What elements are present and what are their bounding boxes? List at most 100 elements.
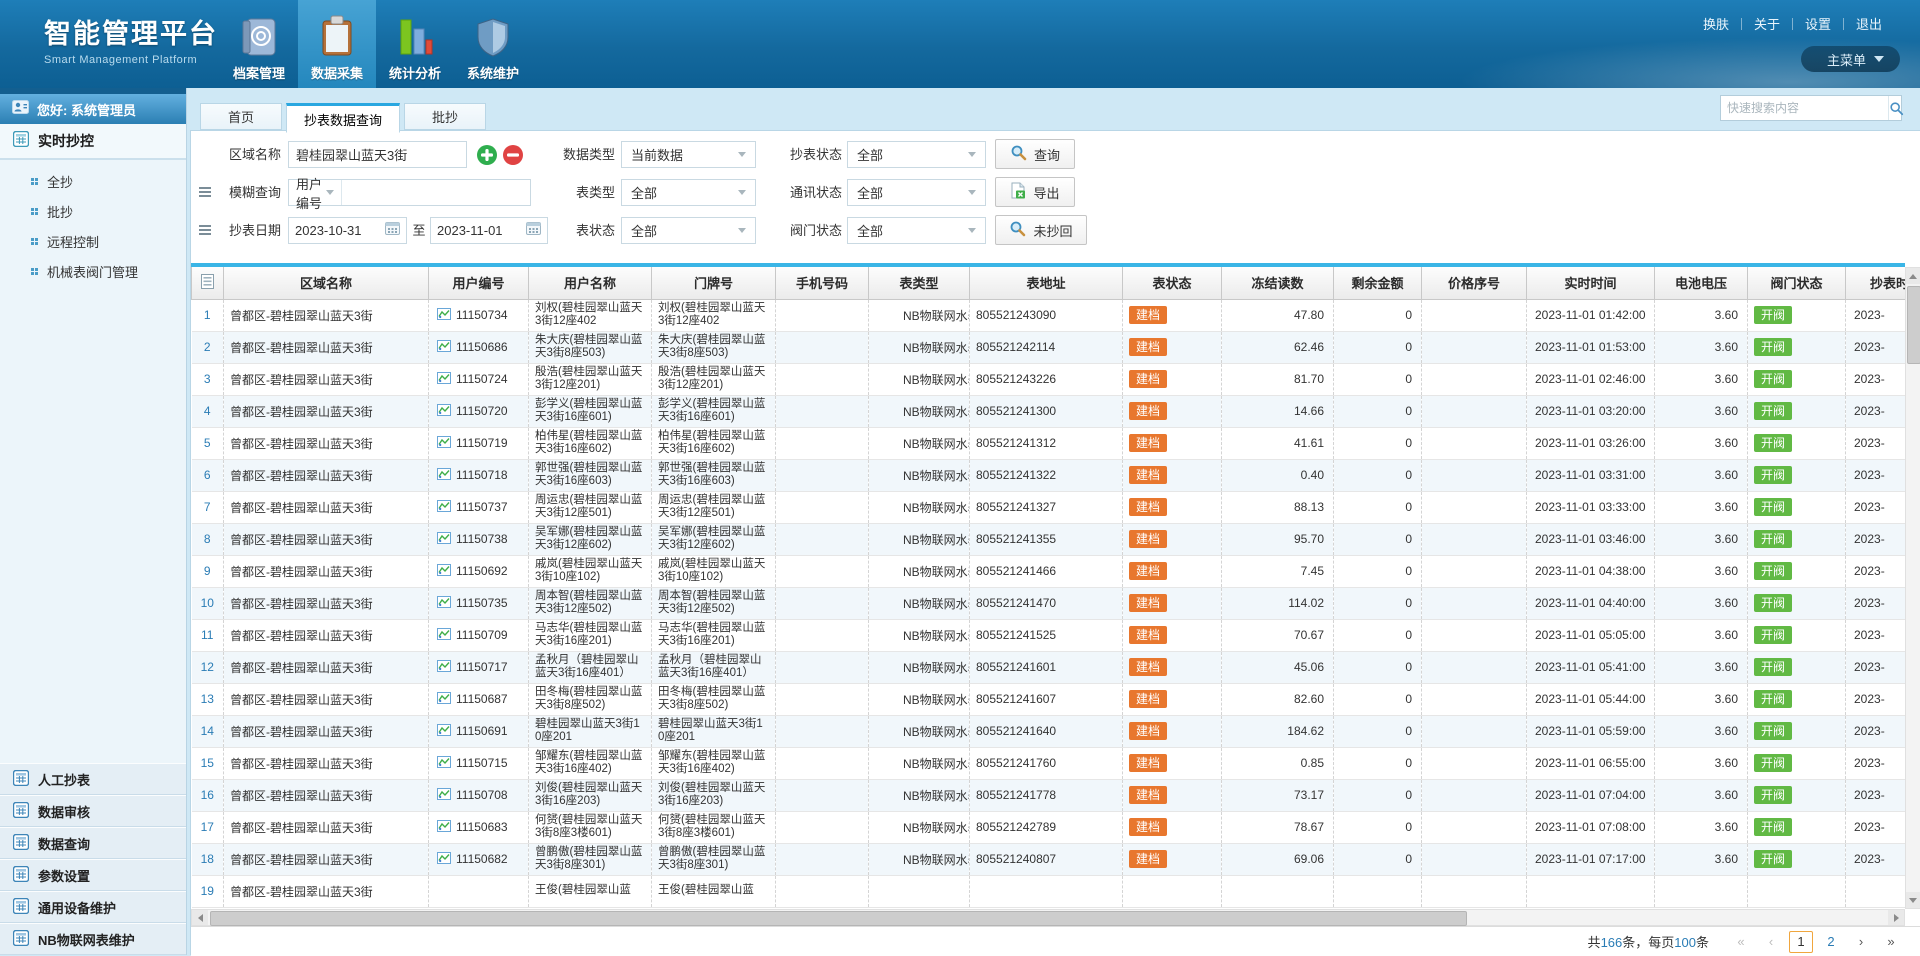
- link-about[interactable]: 关于: [1742, 14, 1792, 33]
- mini-chart-icon[interactable]: [437, 340, 451, 355]
- last-page-button[interactable]: »: [1879, 931, 1903, 953]
- table-row[interactable]: 10曾都区-碧桂园翠山蓝天3街11150735周本智(碧桂园翠山蓝天3街12座5…: [192, 587, 1906, 619]
- select-all-icon[interactable]: [192, 267, 224, 299]
- prev-page-button[interactable]: ‹: [1759, 931, 1783, 953]
- sidebar-item-mechanical-valve[interactable]: 机械表阀门管理: [0, 256, 186, 286]
- table-row[interactable]: 16曾都区-碧桂园翠山蓝天3街11150708刘俊(碧桂园翠山蓝天3街16座20…: [192, 779, 1906, 811]
- vertical-scrollbar[interactable]: [1905, 267, 1920, 909]
- date-to-picker[interactable]: 2023-11-01: [430, 217, 548, 244]
- table-row[interactable]: 11曾都区-碧桂园翠山蓝天3街11150709马志华(碧桂园翠山蓝天3街16座2…: [192, 619, 1906, 651]
- first-page-button[interactable]: «: [1729, 931, 1753, 953]
- table-row[interactable]: 4曾都区-碧桂园翠山蓝天3街11150720彭学义(碧桂园翠山蓝天3街16座60…: [192, 395, 1906, 427]
- quick-search-input[interactable]: [1721, 101, 1888, 115]
- link-settings[interactable]: 设置: [1793, 14, 1843, 33]
- mini-chart-icon[interactable]: [437, 788, 451, 803]
- table-row[interactable]: 2曾都区-碧桂园翠山蓝天3街11150686朱大庆(碧桂园翠山蓝天3街8座503…: [192, 331, 1906, 363]
- remove-area-button[interactable]: [502, 144, 524, 166]
- mini-chart-icon[interactable]: [437, 724, 451, 739]
- table-row[interactable]: 13曾都区-碧桂园翠山蓝天3街11150687田冬梅(碧桂园翠山蓝天3街8座50…: [192, 683, 1906, 715]
- table-row[interactable]: 7曾都区-碧桂园翠山蓝天3街11150737周运忠(碧桂园翠山蓝天3街12座50…: [192, 491, 1906, 523]
- meter-type-select[interactable]: 全部: [621, 179, 756, 206]
- next-page-button[interactable]: ›: [1849, 931, 1873, 953]
- table-row[interactable]: 17曾都区-碧桂园翠山蓝天3街11150683何赟(碧桂园翠山蓝天3街8座3楼6…: [192, 811, 1906, 843]
- mini-chart-icon[interactable]: [437, 372, 451, 387]
- sidebar-item-remote-control[interactable]: 远程控制: [0, 226, 186, 256]
- tab-batch-reading[interactable]: 批抄: [404, 103, 486, 130]
- table-row[interactable]: 6曾都区-碧桂园翠山蓝天3街11150718郭世强(碧桂园翠山蓝天3街16座60…: [192, 459, 1906, 491]
- mini-chart-icon[interactable]: [437, 532, 451, 547]
- column-header[interactable]: 阀门状态: [1748, 267, 1846, 299]
- export-button[interactable]: 导出: [995, 177, 1075, 207]
- nav-item-statistics[interactable]: 统计分析: [376, 0, 454, 88]
- nav-item-data-collection[interactable]: 数据采集: [298, 0, 376, 88]
- sidebar-section-人工抄表[interactable]: 人工抄表: [0, 763, 186, 795]
- column-header[interactable]: 抄表时间: [1846, 267, 1906, 299]
- column-header[interactable]: 用户名称: [529, 267, 652, 299]
- valve-status-select[interactable]: 全部: [847, 217, 986, 244]
- add-area-button[interactable]: [476, 144, 498, 166]
- date-from-picker[interactable]: 2023-10-31: [288, 217, 407, 244]
- link-change-skin[interactable]: 换肤: [1691, 14, 1741, 33]
- mini-chart-icon[interactable]: [437, 500, 451, 515]
- mini-chart-icon[interactable]: [437, 820, 451, 835]
- column-header[interactable]: 冻结读数: [1222, 267, 1334, 299]
- sidebar-section-realtime-reading[interactable]: 实时抄控: [0, 124, 186, 160]
- mini-chart-icon[interactable]: [437, 852, 451, 867]
- unread-button[interactable]: 未抄回: [995, 215, 1087, 245]
- scroll-left-arrow[interactable]: [192, 910, 208, 925]
- page-button-2[interactable]: 2: [1819, 931, 1843, 953]
- column-header[interactable]: 区域名称: [224, 267, 429, 299]
- column-header[interactable]: 表地址: [970, 267, 1123, 299]
- column-header[interactable]: 价格序号: [1422, 267, 1527, 299]
- column-header[interactable]: 表类型: [869, 267, 970, 299]
- table-row[interactable]: 8曾都区-碧桂园翠山蓝天3街11150738吴军娜(碧桂园翠山蓝天3街12座60…: [192, 523, 1906, 555]
- scroll-right-arrow[interactable]: [1888, 910, 1904, 925]
- mini-chart-icon[interactable]: [437, 660, 451, 675]
- fuzzy-field-select[interactable]: 用户编号: [289, 180, 342, 205]
- column-header[interactable]: 手机号码: [776, 267, 869, 299]
- mini-chart-icon[interactable]: [437, 404, 451, 419]
- tab-meter-data-query[interactable]: 抄表数据查询: [286, 103, 400, 133]
- fuzzy-query-input[interactable]: [342, 180, 530, 205]
- read-status-select[interactable]: 全部: [847, 141, 986, 168]
- search-icon[interactable]: [1888, 96, 1904, 120]
- comm-status-select[interactable]: 全部: [847, 179, 986, 206]
- mini-chart-icon[interactable]: [437, 468, 451, 483]
- column-header[interactable]: 实时时间: [1527, 267, 1655, 299]
- table-row[interactable]: 1曾都区-碧桂园翠山蓝天3街11150734刘权(碧桂园翠山蓝天3街12座402…: [192, 299, 1906, 331]
- column-header[interactable]: 电池电压: [1655, 267, 1748, 299]
- table-row[interactable]: 3曾都区-碧桂园翠山蓝天3街11150724殷浩(碧桂园翠山蓝天3街12座201…: [192, 363, 1906, 395]
- nav-item-archive[interactable]: 档案管理: [220, 0, 298, 88]
- main-menu-button[interactable]: 主菜单: [1801, 46, 1900, 72]
- mini-chart-icon[interactable]: [437, 436, 451, 451]
- sidebar-section-数据查询[interactable]: 数据查询: [0, 827, 186, 859]
- data-type-select[interactable]: 当前数据: [621, 141, 756, 168]
- table-row[interactable]: 12曾都区-碧桂园翠山蓝天3街11150717孟秋月（碧桂园翠山蓝天3街16座4…: [192, 651, 1906, 683]
- nav-item-maintenance[interactable]: 系统维护: [454, 0, 532, 88]
- scroll-down-arrow[interactable]: [1906, 892, 1920, 908]
- column-header[interactable]: 表状态: [1123, 267, 1222, 299]
- mini-chart-icon[interactable]: [437, 564, 451, 579]
- mini-chart-icon[interactable]: [437, 596, 451, 611]
- meter-state-select[interactable]: 全部: [621, 217, 756, 244]
- area-name-input[interactable]: [288, 141, 467, 168]
- link-logout[interactable]: 退出: [1844, 14, 1894, 33]
- table-row[interactable]: 18曾都区-碧桂园翠山蓝天3街11150682曾鹏傲(碧桂园翠山蓝天3街8座30…: [192, 843, 1906, 875]
- tab-home[interactable]: 首页: [200, 103, 282, 130]
- sidebar-section-通用设备维护[interactable]: 通用设备维护: [0, 891, 186, 923]
- column-header[interactable]: 门牌号: [652, 267, 776, 299]
- mini-chart-icon[interactable]: [437, 692, 451, 707]
- table-row[interactable]: 14曾都区-碧桂园翠山蓝天3街11150691碧桂园翠山蓝天3街10座201碧桂…: [192, 715, 1906, 747]
- query-button[interactable]: 查询: [995, 139, 1075, 169]
- vertical-scroll-thumb[interactable]: [1907, 286, 1920, 364]
- horizontal-scrollbar[interactable]: [191, 909, 1905, 926]
- column-header[interactable]: 剩余金额: [1334, 267, 1422, 299]
- page-button-1[interactable]: 1: [1789, 931, 1813, 953]
- table-row[interactable]: 5曾都区-碧桂园翠山蓝天3街11150719柏伟星(碧桂园翠山蓝天3街16座60…: [192, 427, 1906, 459]
- mini-chart-icon[interactable]: [437, 756, 451, 771]
- scroll-up-arrow[interactable]: [1906, 268, 1920, 284]
- horizontal-scroll-thumb[interactable]: [210, 911, 1467, 926]
- mini-chart-icon[interactable]: [437, 308, 451, 323]
- mini-chart-icon[interactable]: [437, 628, 451, 643]
- table-row[interactable]: 9曾都区-碧桂园翠山蓝天3街11150692戚岚(碧桂园翠山蓝天3街10座102…: [192, 555, 1906, 587]
